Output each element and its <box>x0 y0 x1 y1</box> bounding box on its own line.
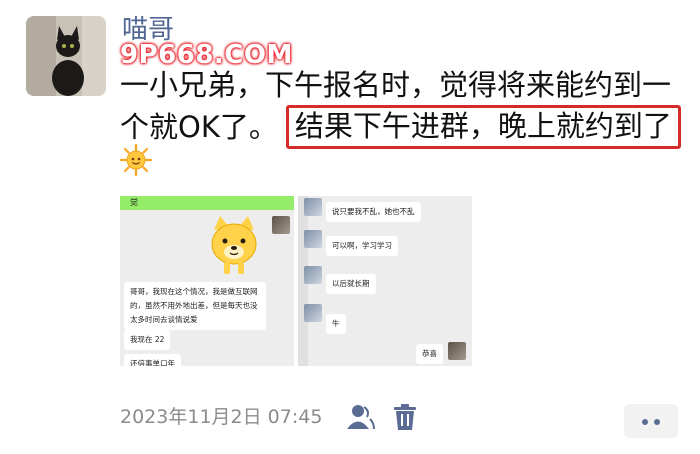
chat-avatar <box>448 342 466 360</box>
visibility-person-icon[interactable] <box>347 404 375 430</box>
attached-screenshot-2[interactable]: 说只要我不乱，她也不乱 可以啊，学习学习 以后就长期 牛 恭喜 <box>298 196 472 366</box>
more-dots-icon <box>654 419 660 425</box>
chat-avatar <box>304 230 322 248</box>
post-text-line-1: 一小兄弟，下午报名时，觉得将来能约到一 <box>120 68 672 102</box>
chat-avatar <box>272 216 290 234</box>
post-text-line-2-prefix: 个就OK了。 <box>120 110 278 144</box>
dog-sticker-icon <box>211 216 257 274</box>
chat-header-bar: 觉 <box>120 196 294 210</box>
chat-header-text: 觉 <box>130 198 138 207</box>
post-text-line-2: 个就OK了。 结果下午进群，晚上就约到了 <box>120 105 681 149</box>
sun-emoji <box>120 144 152 176</box>
chat-avatar <box>304 266 322 284</box>
more-dots-icon <box>642 419 648 425</box>
chat-bubble: 哥哥，我现在这个情况，我是做互联网的，虽然不用外地出差，但是每天也没太多时间去谈… <box>124 282 266 330</box>
chat-bubble: 可以啊，学习学习 <box>326 236 398 256</box>
delete-trash-icon[interactable] <box>394 404 416 430</box>
chat-bubble: 我现在 22 <box>124 330 171 350</box>
more-actions-button[interactable] <box>624 404 678 438</box>
chat-avatar <box>304 198 322 216</box>
author-avatar[interactable] <box>26 16 106 96</box>
chat-avatar <box>304 304 322 322</box>
chat-bubble: 牛 <box>326 314 346 334</box>
attached-screenshot-1[interactable]: 觉 哥哥，我现在这个情况，我是做互联网的，虽然不用外地出差，但是每天也没太多时间… <box>120 196 294 366</box>
post-timestamp: 2023年11月2日 07:45 <box>120 406 323 428</box>
post-text: 一小兄弟，下午报名时，觉得将来能约到一 个就OK了。 结果下午进群，晚上就约到了 <box>120 64 681 149</box>
chat-bubble: 说只要我不乱，她也不乱 <box>326 202 421 222</box>
chat-bubble: 恭喜 <box>416 344 443 364</box>
chat-bubble: 还倍事单口年 <box>124 354 181 366</box>
chat-bubble: 以后就长期 <box>326 274 376 294</box>
highlighted-text: 结果下午进群，晚上就约到了 <box>285 105 681 149</box>
